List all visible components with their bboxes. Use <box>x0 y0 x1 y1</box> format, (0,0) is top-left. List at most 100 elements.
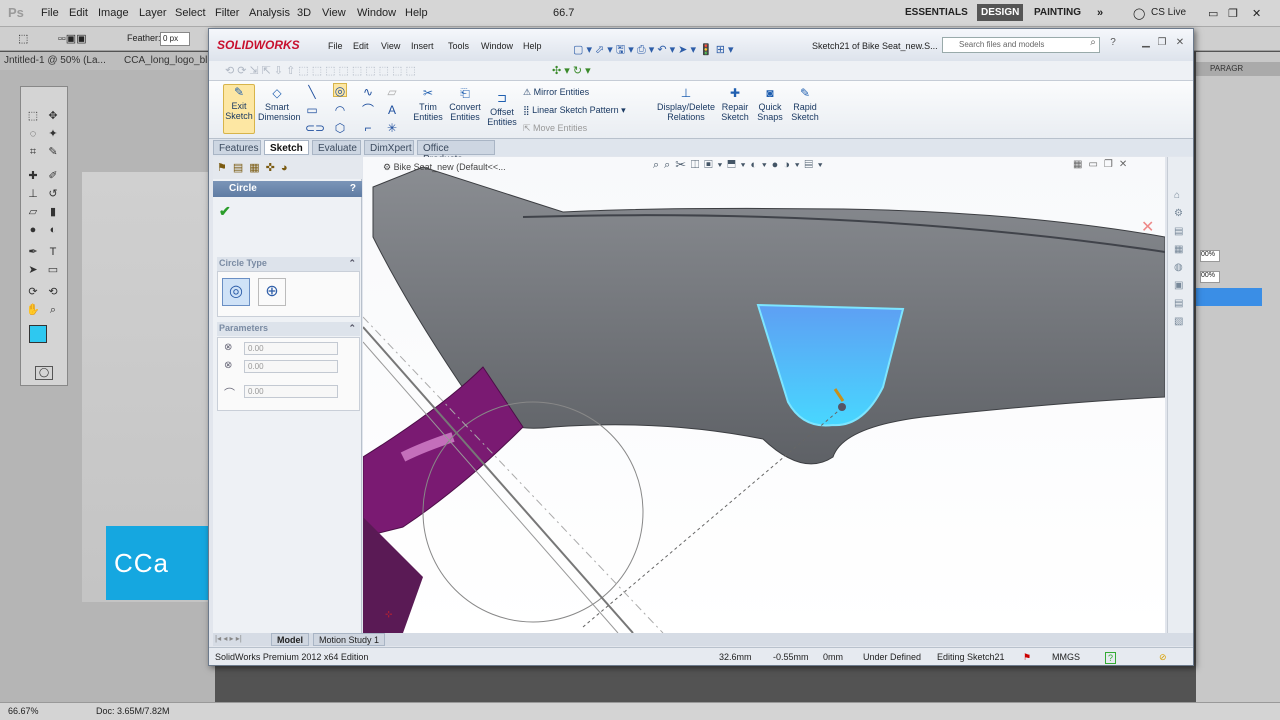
sketch-relations-icons[interactable]: ✣ ▾ ↻ ▾ <box>552 64 591 77</box>
marquee-icon[interactable]: ⬚ <box>25 109 41 123</box>
ps-menu-analysis[interactable]: Analysis <box>249 7 290 19</box>
foreground-color-swatch[interactable] <box>29 325 47 343</box>
panel-field-fill[interactable]: 00% <box>1200 271 1220 283</box>
offset-entities-button[interactable]: ⊐ Offset Entities <box>486 91 518 127</box>
status-zoom[interactable]: 66.67% <box>8 706 39 716</box>
status-pin-icon[interactable]: ⊘ <box>1159 652 1167 663</box>
status-units[interactable]: MMGS <box>1052 652 1080 662</box>
rebuild-icon[interactable]: ⚑ <box>1023 652 1031 663</box>
panel-tab-paragraph[interactable]: PARAGR <box>1196 62 1280 76</box>
ps-menu-window[interactable]: Window <box>357 7 396 19</box>
selection-mode-icons[interactable]: ▫▫▣▣ <box>58 32 87 45</box>
display-delete-relations-button[interactable]: ⊥ Display/Delete Relations <box>656 86 716 122</box>
more-workspaces-icon[interactable]: » <box>1097 7 1103 19</box>
bike-seat-model[interactable]: ⊹ <box>363 157 1165 633</box>
tab-dimxpert[interactable]: DimXpert <box>364 140 414 155</box>
ps-menu-image[interactable]: Image <box>98 7 129 19</box>
linear-pattern-button[interactable]: ⣿ Linear Sketch Pattern ▾ <box>523 105 626 116</box>
sw-menu-window[interactable]: Window <box>481 41 513 51</box>
sw-close-icon[interactable]: ✕ <box>1173 37 1187 49</box>
minimize-icon[interactable]: ▭ <box>1208 7 1218 20</box>
text-icon[interactable]: A <box>385 103 399 117</box>
move-entities-button[interactable]: ⇱ Move Entities <box>523 123 587 134</box>
ps-menu-help[interactable]: Help <box>405 7 428 19</box>
ps-menu-view[interactable]: View <box>322 7 346 19</box>
slot-icon[interactable]: ⊂⊃ <box>305 121 325 135</box>
repair-sketch-button[interactable]: ✚ Repair Sketch <box>719 86 751 122</box>
pm-panel-icons[interactable]: ⚑▤▦✜◕ <box>217 161 294 174</box>
sw-menu-help[interactable]: Help <box>523 41 542 51</box>
collapse-icon[interactable]: ⌃ <box>348 323 356 334</box>
close-icon[interactable]: ✕ <box>1252 7 1261 20</box>
arc-icon[interactable]: ◠ <box>333 103 347 117</box>
blur-icon[interactable]: ● <box>25 223 41 237</box>
sw-quick-access-icons[interactable]: ▢ ▾ ⬀ ▾ 🖫 ▾ ⎙ ▾ ↶ ▾ ➤ ▾ 🚦 ⊞ ▾ <box>573 41 734 60</box>
search-icon[interactable]: ⌕ <box>1086 37 1100 49</box>
circle-icon[interactable]: ◎ <box>333 83 347 98</box>
sw-minimize-icon[interactable]: ▁ <box>1139 37 1153 49</box>
lasso-icon[interactable]: ◌ <box>25 127 41 141</box>
sw-menu-tools[interactable]: Tools <box>448 41 469 51</box>
quick-mask-icon[interactable]: ◯ <box>35 366 53 380</box>
sw-menu-edit[interactable]: Edit <box>353 41 369 51</box>
circle-type-header[interactable]: Circle Type ⌃ <box>217 257 360 271</box>
feature-tree-flyout[interactable]: ⚙ Bike Seat_new (Default<<... <box>383 162 506 173</box>
doc-tab-untitled[interactable]: Jntitled-1 @ 50% (La... <box>4 55 106 66</box>
ps-menu-layer[interactable]: Layer <box>139 7 167 19</box>
workspace-design[interactable]: DESIGN <box>977 4 1024 21</box>
ps-menu-select[interactable]: Select <box>175 7 206 19</box>
tab-office-products[interactable]: Office Products <box>417 140 495 165</box>
pm-help-icon[interactable]: ? <box>350 183 356 194</box>
tab-evaluate[interactable]: Evaluate <box>312 140 361 155</box>
ps-menu-edit[interactable]: Edit <box>69 7 88 19</box>
ps-menu-filter[interactable]: Filter <box>215 7 239 19</box>
tab-scroll-icons[interactable]: |◂ ◂ ▸ ▸| <box>215 634 242 643</box>
convert-entities-button[interactable]: ⎗ Convert Entities <box>447 86 483 122</box>
cs-live-icon[interactable]: ◯ <box>1133 7 1145 20</box>
marquee-tool-icon[interactable]: ⬚ <box>18 32 28 45</box>
plane-icon[interactable]: ▱ <box>385 85 399 99</box>
sw-menu-insert[interactable]: Insert <box>411 41 434 51</box>
radius-field[interactable]: 0.00 <box>244 385 338 398</box>
viewport-controls[interactable]: ▦▭❐✕ <box>1073 159 1133 170</box>
sw-menu-view[interactable]: View <box>381 41 400 51</box>
exit-sketch-button[interactable]: ✎ Exit Sketch <box>223 84 255 134</box>
tab-model[interactable]: Model <box>271 633 309 646</box>
feather-input[interactable]: 0 px <box>160 32 190 46</box>
restore-icon[interactable]: ❐ <box>1228 7 1238 20</box>
selected-layer[interactable] <box>1196 288 1262 306</box>
eyedropper-icon[interactable]: ✎ <box>45 145 61 159</box>
panel-field-opacity[interactable]: 00% <box>1200 250 1220 262</box>
chamfer-icon[interactable]: ⌐ <box>361 121 375 135</box>
line-icon[interactable]: ╲ <box>305 85 319 99</box>
trim-entities-button[interactable]: ✂ Trim Entities <box>413 86 443 122</box>
workspace-essentials[interactable]: ESSENTIALS <box>905 7 968 18</box>
collapse-icon[interactable]: ⌃ <box>348 258 356 269</box>
status-help-icon[interactable]: ? <box>1105 652 1117 664</box>
brush-icon[interactable]: ✐ <box>45 169 61 183</box>
parameters-header[interactable]: Parameters ⌃ <box>217 322 360 336</box>
shape-icon[interactable]: ▭ <box>45 263 61 277</box>
3d-orbit-icon[interactable]: ⟲ <box>45 285 61 299</box>
perimeter-circle-icon[interactable]: ⊕ <box>258 278 286 306</box>
crop-icon[interactable]: ⌗ <box>25 145 41 159</box>
center-x-field[interactable]: 0.00 <box>244 342 338 355</box>
stamp-icon[interactable]: ⊥ <box>25 187 41 201</box>
path-select-icon[interactable]: ➤ <box>25 263 41 277</box>
ps-menu-3d[interactable]: 3D <box>297 7 311 19</box>
3d-rotate-icon[interactable]: ⟳ <box>25 285 41 299</box>
tab-features[interactable]: Features <box>213 140 261 155</box>
pen-icon[interactable]: ✒ <box>25 245 41 259</box>
workspace-painting[interactable]: PAINTING <box>1034 7 1081 18</box>
gradient-icon[interactable]: ▮ <box>45 205 61 219</box>
zoom-level[interactable]: 66.7 <box>553 7 574 19</box>
type-icon[interactable]: T <box>45 245 61 259</box>
ok-check-icon[interactable]: ✔ <box>219 203 231 220</box>
cs-live-label[interactable]: CS Live <box>1151 7 1186 18</box>
solidworks-logo[interactable]: SOLIDWORKS <box>217 38 300 52</box>
quick-snaps-button[interactable]: ◙ Quick Snaps <box>755 86 785 122</box>
search-input[interactable]: Search files and models <box>942 37 1100 53</box>
graphics-area[interactable]: ⊹ ⚙ Bike Seat_new (Default<<... ⌕⌕✂◫▣▾⬒▾… <box>363 157 1165 633</box>
center-y-field[interactable]: 0.00 <box>244 360 338 373</box>
magic-wand-icon[interactable]: ✦ <box>45 127 61 141</box>
